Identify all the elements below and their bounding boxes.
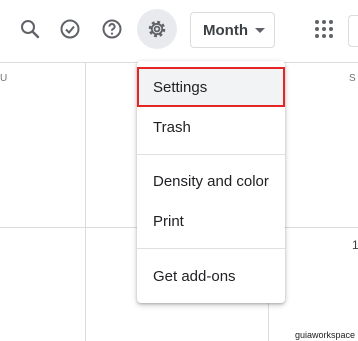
help-icon	[102, 19, 122, 39]
day-label: S	[349, 73, 356, 84]
menu-item-label: Density and color	[153, 172, 269, 190]
menu-item-print[interactable]: Print	[137, 201, 285, 241]
check-circle-icon	[60, 19, 80, 39]
day-number[interactable]: 1	[352, 238, 358, 252]
menu-item-settings[interactable]: Settings	[137, 67, 285, 107]
search-button[interactable]	[10, 9, 50, 49]
apps-grid-icon[interactable]	[315, 20, 333, 38]
menu-item-label: Print	[153, 212, 184, 230]
caret-down-icon	[255, 28, 265, 33]
view-select[interactable]: Month	[190, 12, 275, 48]
view-select-label: Month	[203, 21, 248, 39]
menu-item-label: Settings	[153, 78, 208, 96]
menu-divider	[137, 154, 285, 155]
menu-divider	[137, 248, 285, 249]
day-label: U	[0, 73, 8, 84]
account-button-edge[interactable]	[348, 15, 358, 47]
menu-item-get-add-ons[interactable]: Get add-ons	[137, 256, 285, 296]
gear-icon	[148, 20, 166, 38]
search-icon	[21, 20, 40, 39]
settings-menu: Settings Trash Density and color Print G…	[137, 61, 285, 303]
menu-item-density-and-color[interactable]: Density and color	[137, 161, 285, 201]
menu-item-trash[interactable]: Trash	[137, 107, 285, 147]
tasks-button[interactable]	[50, 9, 90, 49]
help-button[interactable]	[92, 9, 132, 49]
grid-column-divider	[85, 63, 86, 341]
calendar-toolbar: Month	[0, 0, 358, 60]
menu-item-label: Trash	[153, 118, 191, 136]
watermark: guiaworkspace	[295, 330, 356, 340]
menu-item-label: Get add-ons	[153, 267, 236, 285]
settings-button[interactable]	[137, 9, 177, 49]
